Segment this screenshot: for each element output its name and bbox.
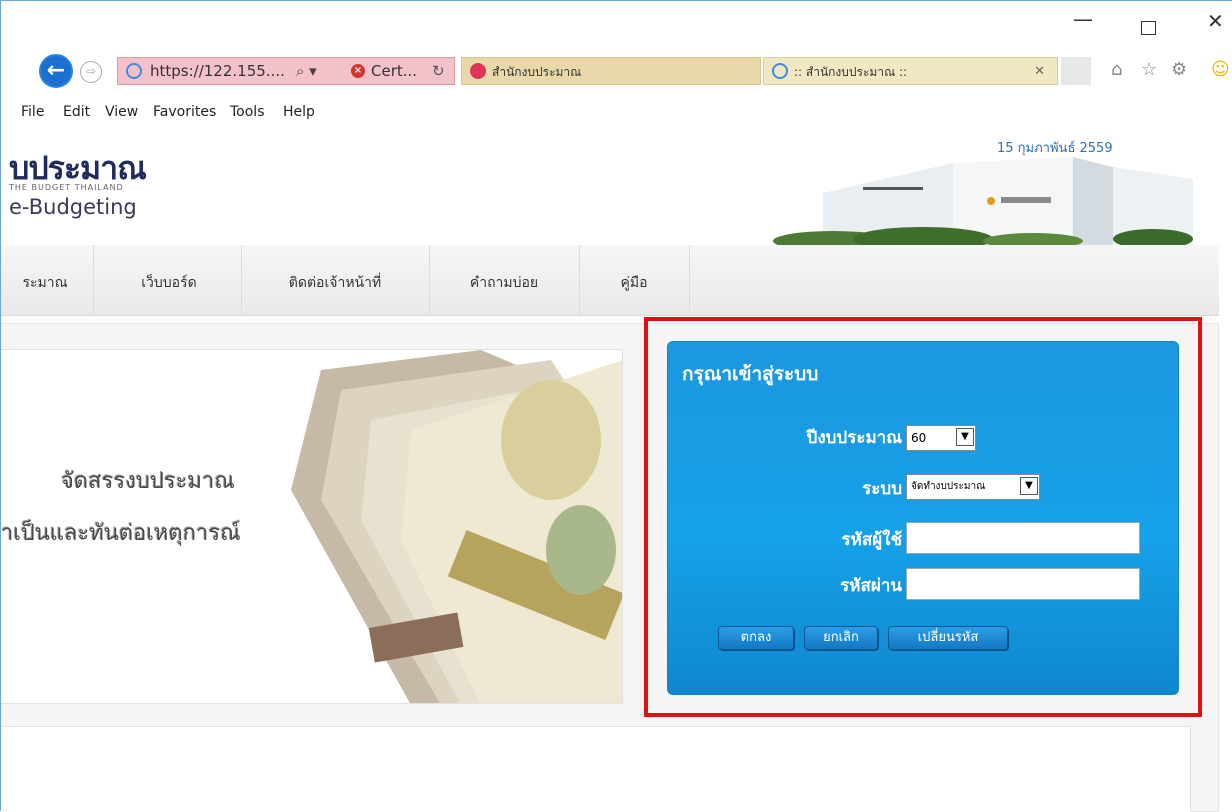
menu-edit[interactable]: Edit [63, 99, 90, 125]
nav-faq[interactable]: คำถามบ่อย [429, 245, 579, 315]
back-button[interactable]: ← [39, 54, 73, 88]
maximize-button[interactable] [1141, 21, 1156, 35]
banner-subheadline: ำเป็นและทันต่อเหตุการณ์ [1, 521, 241, 546]
forward-button[interactable]: ⇨ [80, 61, 102, 83]
certificate-error-icon[interactable]: × [351, 64, 365, 78]
building-illustration [773, 157, 1193, 245]
menu-help[interactable]: Help [283, 99, 315, 125]
search-dropdown-icon[interactable]: ⌕ ▾ [296, 58, 317, 84]
system-value: จัดทำงบประมาณ [911, 481, 986, 492]
menu-favorites[interactable]: Favorites [153, 99, 216, 125]
nav-separator [689, 245, 690, 315]
menu-view[interactable]: View [105, 99, 138, 125]
password-input[interactable] [906, 568, 1140, 600]
login-panel: กรุณาเข้าสู่ระบบ ปีงบประมาณ 60 ▼ ระบบ จั… [667, 341, 1179, 695]
title-bar: — ✕ [1, 1, 1232, 41]
address-bar[interactable]: https://122.155.... ⌕ ▾ × Cert... ↻ [117, 57, 455, 85]
fiscal-year-select[interactable]: 60 ▼ [906, 425, 976, 451]
system-label: ระบบ [862, 479, 902, 499]
refresh-icon[interactable]: ↻ [432, 58, 445, 84]
main-nav: ระมาณ เว็บบอร์ด ติดต่อเจ้าหน้าที่ คำถามบ… [1, 245, 1219, 316]
settings-gear-icon[interactable]: ⚙ [1171, 59, 1187, 80]
tab-label: :: สำนักงบประมาณ :: [794, 65, 908, 79]
site-logo-ebudgeting: e-Budgeting [9, 195, 137, 219]
banknote-illustration [291, 350, 622, 703]
tab-close-button[interactable]: ✕ [1034, 58, 1045, 86]
nav-separator [93, 245, 94, 315]
site-favicon-icon [470, 63, 486, 79]
site-logo-english: THE BUDGET THAILAND [9, 183, 124, 192]
menu-bar: File Edit View Favorites Tools Help [1, 99, 1232, 125]
minimize-button[interactable]: — [1073, 7, 1093, 31]
url-text: https://122.155.... [150, 62, 285, 80]
menu-tools[interactable]: Tools [230, 99, 265, 125]
bottom-panel [1, 726, 1191, 812]
ie-logo-icon [126, 63, 142, 79]
ok-button[interactable]: ตกลง [718, 626, 794, 650]
tab-budget-bureau-active[interactable]: :: สำนักงบประมาณ :: ✕ [763, 57, 1058, 85]
arrow-right-icon: ⇨ [85, 64, 97, 78]
username-label: รหัสผู้ใช้ [841, 530, 902, 550]
site-header: บประมาณ THE BUDGET THAILAND e-Budgeting … [1, 125, 1232, 245]
change-password-button[interactable]: เปลี่ยนรหัส [888, 626, 1008, 650]
banner-headline: จัดสรรงบประมาณ [61, 469, 235, 494]
nav-webboard[interactable]: เว็บบอร์ด [101, 245, 237, 315]
login-title: กรุณาเข้าสู่ระบบ [682, 363, 819, 385]
browser-toolbar: ← ⇨ https://122.155.... ⌕ ▾ × Cert... ↻ … [1, 41, 1232, 99]
arrow-left-icon: ← [46, 58, 66, 83]
home-icon[interactable]: ⌂ [1111, 59, 1122, 80]
smiley-feedback-icon[interactable]: ☺ [1211, 59, 1230, 80]
banner: จัดสรรงบประมาณ ำเป็นและทันต่อเหตุการณ์ [1, 349, 623, 704]
ie-logo-icon [772, 63, 788, 79]
password-label: รหัสผ่าน [840, 576, 902, 596]
fiscal-year-value: 60 [911, 431, 927, 445]
new-tab-button[interactable] [1061, 57, 1091, 85]
fiscal-year-label: ปีงบประมาณ [806, 428, 902, 448]
nav-budget[interactable]: ระมาณ [5, 245, 85, 315]
tab-budget-bureau[interactable]: สำนักงบประมาณ [461, 57, 761, 85]
nav-contact-staff[interactable]: ติดต่อเจ้าหน้าที่ [241, 245, 429, 315]
chevron-down-icon: ▼ [956, 428, 974, 446]
favorites-star-icon[interactable]: ☆ [1141, 59, 1157, 80]
chevron-down-icon: ▼ [1020, 477, 1038, 495]
browser-window: — ✕ ← ⇨ https://122.155.... ⌕ ▾ × Cert..… [0, 0, 1232, 812]
username-input[interactable] [906, 522, 1140, 554]
menu-file[interactable]: File [21, 99, 44, 125]
certificate-error-label[interactable]: Cert... [371, 58, 417, 84]
system-select[interactable]: จัดทำงบประมาณ ▼ [906, 474, 1040, 500]
close-window-button[interactable]: ✕ [1207, 9, 1224, 33]
cancel-button[interactable]: ยกเลิก [804, 626, 878, 650]
tab-label: สำนักงบประมาณ [492, 65, 582, 79]
nav-manual[interactable]: คู่มือ [579, 245, 689, 315]
